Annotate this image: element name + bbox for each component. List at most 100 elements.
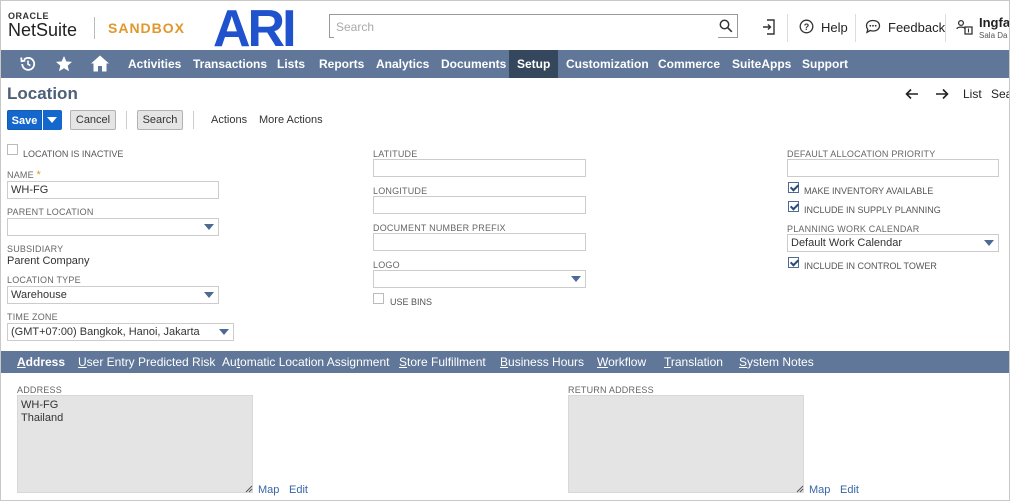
home-icon[interactable]: [90, 54, 110, 73]
name-field[interactable]: WH-FG: [7, 181, 219, 199]
nav-item-support[interactable]: Support: [802, 50, 848, 78]
accelerator-letter: A: [17, 355, 26, 369]
dropdown-arrow-icon: [571, 276, 581, 282]
accelerator-letter: W: [597, 355, 609, 369]
address-textarea[interactable]: WH-FG Thailand: [17, 395, 253, 493]
resize-handle-icon[interactable]: [245, 485, 253, 493]
return-address-edit-link[interactable]: Edit: [840, 484, 859, 496]
more-actions-menu[interactable]: More Actions: [259, 114, 323, 126]
doc-prefix-field[interactable]: [373, 233, 586, 251]
default-allocation-field[interactable]: [787, 159, 999, 177]
return-address-map-link[interactable]: Map: [809, 484, 830, 496]
address-label: ADDRESS: [17, 385, 62, 395]
global-search[interactable]: [329, 14, 738, 38]
tab-automatic-location-assignment[interactable]: Automatic Location Assignment: [222, 351, 389, 373]
time-zone-label: TIME ZONE: [7, 312, 58, 322]
dropdown-arrow-icon: [984, 240, 994, 246]
forward-arrow-icon[interactable]: [935, 88, 949, 100]
accelerator-letter: S: [739, 355, 748, 369]
nav-item-suiteapps[interactable]: SuiteApps: [732, 50, 791, 78]
login-icon[interactable]: [761, 18, 777, 36]
nav-item-customization[interactable]: Customization: [566, 50, 649, 78]
address-edit-link[interactable]: Edit: [289, 484, 308, 496]
address-tab-panel: ADDRESS WH-FG Thailand Map Edit RETURN A…: [1, 373, 1009, 500]
nav-item-documents[interactable]: Documents: [441, 50, 506, 78]
tab-business-hours[interactable]: Business Hours: [500, 351, 584, 373]
nav-item-lists[interactable]: Lists: [277, 50, 305, 78]
default-allocation-label: DEFAULT ALLOCATION PRIORITY: [787, 149, 936, 159]
return-address-label: RETURN ADDRESS: [568, 385, 654, 395]
logo-divider: [94, 17, 95, 39]
tab-user-entry-predicted-risk[interactable]: User Entry Predicted Risk: [78, 351, 215, 373]
subtab-bar: Address User Entry Predicted Risk Automa…: [1, 351, 1009, 373]
time-zone-select[interactable]: (GMT+07:00) Bangkok, Hanoi, Jakarta: [7, 323, 234, 341]
location-type-value: Warehouse: [11, 289, 67, 301]
user-name[interactable]: Ingfa: [979, 15, 1009, 30]
feedback-icon[interactable]: [865, 19, 881, 34]
nav-item-setup[interactable]: Setup: [509, 50, 559, 78]
help-icon[interactable]: ?: [799, 19, 814, 34]
list-link[interactable]: List: [963, 87, 982, 101]
tab-store-fulfillment[interactable]: Store Fulfillment: [399, 351, 486, 373]
back-arrow-icon[interactable]: [905, 88, 919, 100]
resize-handle-icon[interactable]: [796, 485, 804, 493]
nav-item-transactions[interactable]: Transactions: [193, 50, 267, 78]
toolbar-divider: [193, 111, 194, 129]
recent-icon[interactable]: [19, 55, 37, 73]
search-icon[interactable]: [719, 19, 733, 33]
doc-prefix-label: DOCUMENT NUMBER PREFIX: [373, 223, 506, 233]
use-bins-label: USE BINS: [390, 297, 433, 307]
location-type-select[interactable]: Warehouse: [7, 286, 219, 304]
address-map-link[interactable]: Map: [258, 484, 279, 496]
feedback-link[interactable]: Feedback: [888, 20, 945, 35]
include-control-label: INCLUDE IN CONTROL TOWER: [804, 261, 937, 271]
netsuite-logo[interactable]: ORACLE NetSuite: [8, 11, 78, 41]
star-icon[interactable]: [55, 55, 73, 73]
logo-select[interactable]: [373, 270, 586, 288]
user-role-icon[interactable]: [956, 19, 973, 35]
cancel-button[interactable]: Cancel: [70, 110, 116, 130]
save-button[interactable]: Save: [7, 110, 42, 130]
use-bins-checkbox[interactable]: [373, 293, 384, 304]
help-link[interactable]: Help: [821, 20, 848, 35]
actions-menu[interactable]: Actions: [211, 114, 247, 126]
parent-location-select[interactable]: [7, 218, 219, 236]
dropdown-arrow-icon: [204, 224, 214, 230]
time-zone-value: (GMT+07:00) Bangkok, Hanoi, Jakarta: [11, 326, 200, 338]
accelerator-letter: T: [664, 355, 671, 369]
logo-label: LOGO: [373, 260, 400, 270]
planning-calendar-select[interactable]: Default Work Calendar: [787, 234, 999, 252]
latitude-label: LATITUDE: [373, 149, 418, 159]
planning-calendar-value: Default Work Calendar: [791, 237, 903, 249]
required-star-icon: *: [36, 169, 41, 181]
nav-item-commerce[interactable]: Commerce: [658, 50, 720, 78]
location-inactive-checkbox[interactable]: [7, 144, 18, 155]
latitude-field[interactable]: [373, 159, 586, 177]
nav-item-reports[interactable]: Reports: [319, 50, 364, 78]
accelerator-letter: U: [78, 355, 87, 369]
search-link[interactable]: Sea: [991, 87, 1009, 101]
name-label: NAME *: [7, 169, 41, 181]
longitude-field[interactable]: [373, 196, 586, 214]
make-inventory-label: MAKE INVENTORY AVAILABLE: [804, 186, 934, 196]
parent-location-label: PARENT LOCATION: [7, 207, 94, 217]
dropdown-arrow-icon: [219, 329, 229, 335]
include-control-checkbox[interactable]: [788, 257, 799, 268]
header-divider: [787, 14, 788, 42]
include-supply-checkbox[interactable]: [788, 201, 799, 212]
make-inventory-checkbox[interactable]: [788, 182, 799, 193]
nav-item-analytics[interactable]: Analytics: [376, 50, 429, 78]
tab-system-notes[interactable]: System Notes: [739, 351, 814, 373]
return-address-textarea[interactable]: [568, 395, 804, 493]
tab-address[interactable]: Address: [17, 351, 65, 373]
global-search-input[interactable]: [334, 16, 718, 38]
app-window: ORACLE NetSuite SANDBOX ARI ? Help: [0, 0, 1010, 501]
tab-translation[interactable]: Translation: [664, 351, 723, 373]
page-title: Location: [7, 84, 78, 103]
save-options-button[interactable]: [43, 110, 62, 130]
tab-workflow[interactable]: Workflow: [597, 351, 646, 373]
search-button[interactable]: Search: [137, 110, 183, 130]
location-inactive-label: LOCATION IS INACTIVE: [23, 149, 124, 159]
nav-item-activities[interactable]: Activities: [128, 50, 181, 78]
subsidiary-value: Parent Company: [7, 255, 90, 267]
